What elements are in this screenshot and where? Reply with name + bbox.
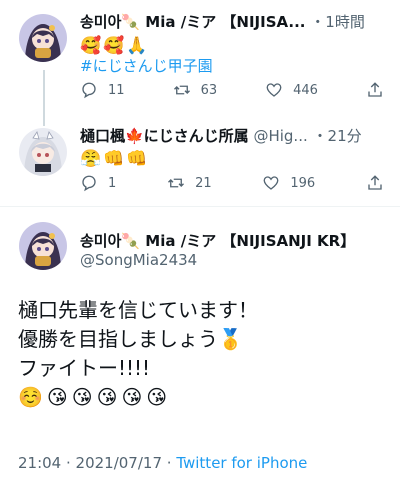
- tweet-header: 樋口楓🍁にじさんじ所属 @Hig... ・21分: [80, 126, 392, 146]
- retweet-count: 63: [200, 82, 218, 98]
- like-button[interactable]: 446: [265, 81, 318, 99]
- share-button[interactable]: [366, 174, 384, 192]
- avatar-mia-image: [19, 222, 67, 270]
- display-name[interactable]: 송미아🍡 Mia /ミア 【NIJISA...: [80, 13, 306, 31]
- retweet-button[interactable]: 63: [173, 81, 218, 99]
- reply-button[interactable]: 1: [80, 174, 116, 192]
- tweet-text-line: ファイトー!!!!: [18, 356, 151, 380]
- timestamp[interactable]: ・1時間: [310, 13, 365, 31]
- display-name[interactable]: 송미아🍡 Mia /ミア 【NIJISANJI KR】: [80, 231, 355, 251]
- tweet-text-line: 優勝を目指しましょう🥇: [18, 327, 243, 351]
- retweet-icon: [173, 85, 190, 95]
- retweet-icon: [168, 178, 185, 188]
- thread-line: [43, 70, 45, 126]
- heart-icon: [263, 176, 279, 190]
- avatar-higuchi-image: [19, 128, 67, 176]
- share-icon: [368, 82, 382, 97]
- reply-count: 11: [108, 82, 125, 98]
- reply-button[interactable]: 11: [80, 81, 125, 99]
- display-name[interactable]: 樋口楓🍁にじさんじ所属: [80, 127, 249, 145]
- tweet-emojis: 😤👊👊: [80, 149, 150, 169]
- reply-icon: [82, 175, 96, 192]
- tweet-emojis: 🥰🥰🙏: [80, 36, 150, 56]
- tweet-timestamp[interactable]: 21:04 · 2021/07/17 ·: [18, 454, 172, 472]
- reply-icon: [82, 82, 96, 99]
- share-icon: [368, 175, 382, 190]
- action-bar: 1 21 196: [80, 173, 384, 193]
- tweet-text: 樋口先輩を信じています！ 優勝を目指しましょう🥇 ファイトー!!!! ☺️😘😘😘…: [18, 296, 380, 412]
- retweet-button[interactable]: 21: [167, 174, 212, 192]
- tweet-header: 송미아🍡 Mia /ミア 【NIJISA... ・1時間: [80, 12, 392, 32]
- source-app-link[interactable]: Twitter for iPhone: [176, 454, 307, 472]
- timestamp[interactable]: ・21分: [313, 127, 362, 145]
- tweet-meta: 21:04 · 2021/07/17 · Twitter for iPhone: [18, 454, 307, 472]
- like-count: 196: [290, 175, 316, 191]
- avatar-higuchi[interactable]: [19, 128, 67, 176]
- action-bar: 11 63 446: [80, 80, 384, 100]
- handle[interactable]: @SongMia2434: [80, 250, 197, 270]
- reply-count: 1: [108, 175, 117, 191]
- avatar-mia[interactable]: [19, 14, 67, 62]
- handle[interactable]: @Hig...: [253, 127, 307, 145]
- tweet-text-line: ☺️😘😘😘😘😘: [18, 385, 172, 409]
- hashtag-link[interactable]: #にじさんじ甲子園: [80, 56, 213, 76]
- share-button[interactable]: [366, 81, 384, 99]
- avatar-mia-image: [19, 14, 67, 62]
- like-button[interactable]: 196: [262, 174, 315, 192]
- retweet-count: 21: [195, 175, 212, 191]
- divider: [0, 206, 400, 207]
- like-count: 446: [293, 82, 318, 98]
- tweet-text-line: 樋口先輩を信じています！: [18, 298, 258, 322]
- avatar-mia[interactable]: [19, 222, 67, 270]
- heart-icon: [266, 83, 282, 97]
